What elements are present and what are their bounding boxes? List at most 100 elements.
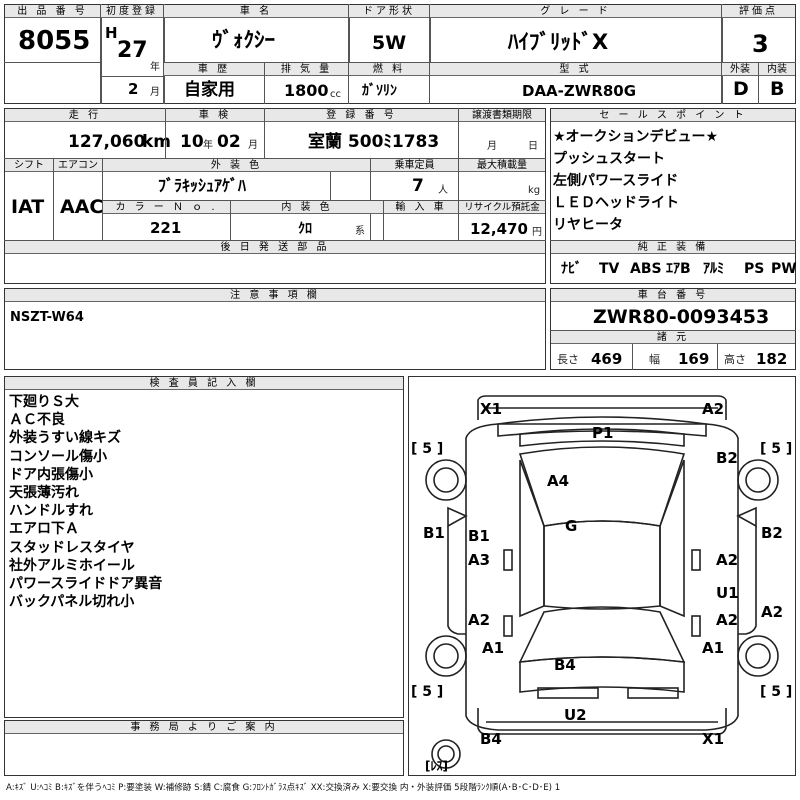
mark-front-door-left-2: A3 (468, 551, 491, 569)
inspector-note: 社外アルミホイール (9, 557, 135, 574)
equipment-item: ABS (630, 261, 662, 277)
insp-year-unit: 年 (203, 140, 213, 151)
year-unit: 年 (150, 62, 160, 73)
mark-front-bumper-right: A2 (702, 400, 725, 418)
recycle-header: リサイクル預託金 (459, 201, 545, 214)
exterior-score: D (733, 78, 749, 100)
score: 3 (752, 30, 769, 58)
mileage-unit: km (142, 132, 172, 152)
capacity-header: 乗車定員 (371, 159, 458, 172)
first-reg-era: H (105, 24, 118, 42)
shift: IAT (11, 196, 45, 218)
model-code: DAA-ZWR80G (522, 82, 637, 100)
interior-score: B (770, 78, 785, 100)
caution-text: NSZT-W64 (10, 310, 84, 325)
sales-point-item: プッシュスタート (553, 151, 665, 167)
tire-front-left: [ 5 ] (411, 441, 444, 457)
mark-glass: G (565, 517, 578, 535)
mark-rear-door-left: A2 (468, 611, 491, 629)
load-header: 最大積載量 (459, 159, 545, 172)
load-unit: kg (528, 185, 541, 196)
mark-front-door-right: A2 (716, 551, 739, 569)
mark-rear-door-right-u: U1 (716, 584, 739, 602)
equipment-item: ﾅﾋﾞ (561, 261, 582, 277)
legend: A:ｷｽﾞ U:ﾍｺﾐ B:ｷｽﾞを伴うﾍｺﾐ P:要塗装 W:補修跡 S:錆 … (6, 783, 561, 793)
office-header: 事 務 局 よ り ご 案 内 (5, 721, 403, 734)
inspector-note: 天張薄汚れ (9, 485, 79, 501)
grade: ﾊｲﾌﾞﾘｯﾄﾞX (508, 30, 609, 54)
tire-rear-right: [ 5 ] (760, 684, 793, 700)
displacement: 1800 (284, 81, 329, 100)
mark-back-door: B4 (554, 656, 576, 674)
car-name: ｳﾞｫｸｼｰ (212, 28, 275, 52)
inspector-header: 検 査 員 記 入 欄 (5, 377, 403, 390)
tire-front-right: [ 5 ] (760, 441, 793, 457)
model-header: 型 式 (430, 63, 721, 76)
spare-tire: [ﾚｽ] (425, 759, 448, 773)
fuel-header: 燃 料 (349, 63, 429, 76)
int-color-header: 内 装 色 (231, 201, 383, 214)
inspector-note: コンソール傷小 (9, 448, 107, 465)
insp-month: 02 (217, 132, 241, 152)
door-header: ドア形状 (349, 5, 429, 18)
sales-point-item: ＬＥＤヘッドライト (553, 195, 679, 211)
equipment-item: PW (771, 261, 797, 277)
capacity: 7 (412, 176, 424, 196)
grade-header: グ レ ー ド (430, 5, 721, 18)
shift-header: シフト (5, 159, 53, 172)
door: 5W (372, 32, 407, 54)
ac-header: エアコン (54, 159, 102, 172)
capacity-unit: 人 (438, 185, 448, 196)
inspector-note: ドア内張傷小 (9, 466, 93, 483)
transfer-day-unit: 日 (528, 141, 538, 152)
height: 182 (756, 350, 788, 368)
mileage-header: 走 行 (5, 109, 165, 122)
color-no-header: カ ラ ー Ｎ ｏ . (103, 201, 230, 214)
color-no: 221 (150, 219, 182, 237)
mark-left-side: B1 (423, 524, 445, 542)
mark-right-rocker: A2 (761, 603, 784, 621)
mark-windshield: A4 (547, 472, 570, 490)
month-unit: 月 (150, 87, 160, 98)
color-header: 外 装 色 (103, 159, 370, 172)
inspector-note: パワースライドドア異音 (9, 576, 163, 592)
sales-points-header: セ ー ル ス ポ イ ン ト (551, 109, 795, 122)
inspector-note: 外装うすい線キズ (9, 430, 121, 447)
equipment-item: PS (744, 261, 765, 277)
lot-no-header: 出 品 番 号 (5, 5, 100, 18)
color: ﾌﾞﾗｷｯｼｭｱｹﾞﾊ (158, 176, 247, 195)
import-header: 輸 入 車 (384, 201, 458, 214)
first-reg-header: 初度登録 (101, 5, 163, 18)
first-reg-month: 2 (128, 80, 139, 98)
history: 自家用 (184, 80, 235, 100)
mileage: 127,060 (68, 132, 146, 152)
reg-no: 室蘭 500ﾐ1783 (308, 132, 440, 152)
insp-year: 10 (180, 132, 204, 152)
tire-rear-left: [ 5 ] (411, 684, 444, 700)
mark-front-bumper-left: X1 (480, 400, 503, 418)
exterior-header: 外装 (722, 63, 758, 76)
equipment-item: ｱﾙﾐ (703, 261, 724, 277)
displacement-unit: cc (330, 89, 341, 100)
reg-no-header: 登 録 番 号 (265, 109, 458, 122)
recycle: 12,470 (470, 220, 528, 238)
caution-header: 注 意 事 項 欄 (5, 289, 545, 302)
equipment-item: ｴｱB (666, 261, 691, 277)
inspector-note: ハンドルすれ (9, 503, 93, 520)
width: 169 (678, 350, 710, 368)
later-parts-header: 後 日 発 送 部 品 (5, 241, 545, 254)
lot-no: 8055 (18, 26, 91, 56)
inspector-note: ＡＣ不良 (9, 412, 65, 429)
interior-header: 内装 (759, 63, 795, 76)
mark-hood: P1 (592, 424, 614, 442)
height-label: 高さ (724, 353, 746, 366)
chassis-number: ZWR80-0093453 (593, 306, 770, 328)
equipment-item: TV (599, 261, 620, 277)
sales-point-item: リヤヒータ (553, 217, 623, 233)
mark-rear-panel: U2 (564, 706, 587, 724)
equipment-header: 純 正 装 備 (551, 241, 795, 254)
spec-header: 諸 元 (551, 331, 795, 344)
inspection-header: 車 検 (166, 109, 264, 122)
history-header: 車 歴 (164, 63, 264, 76)
sales-point-item: 左側パワースライド (553, 173, 679, 189)
